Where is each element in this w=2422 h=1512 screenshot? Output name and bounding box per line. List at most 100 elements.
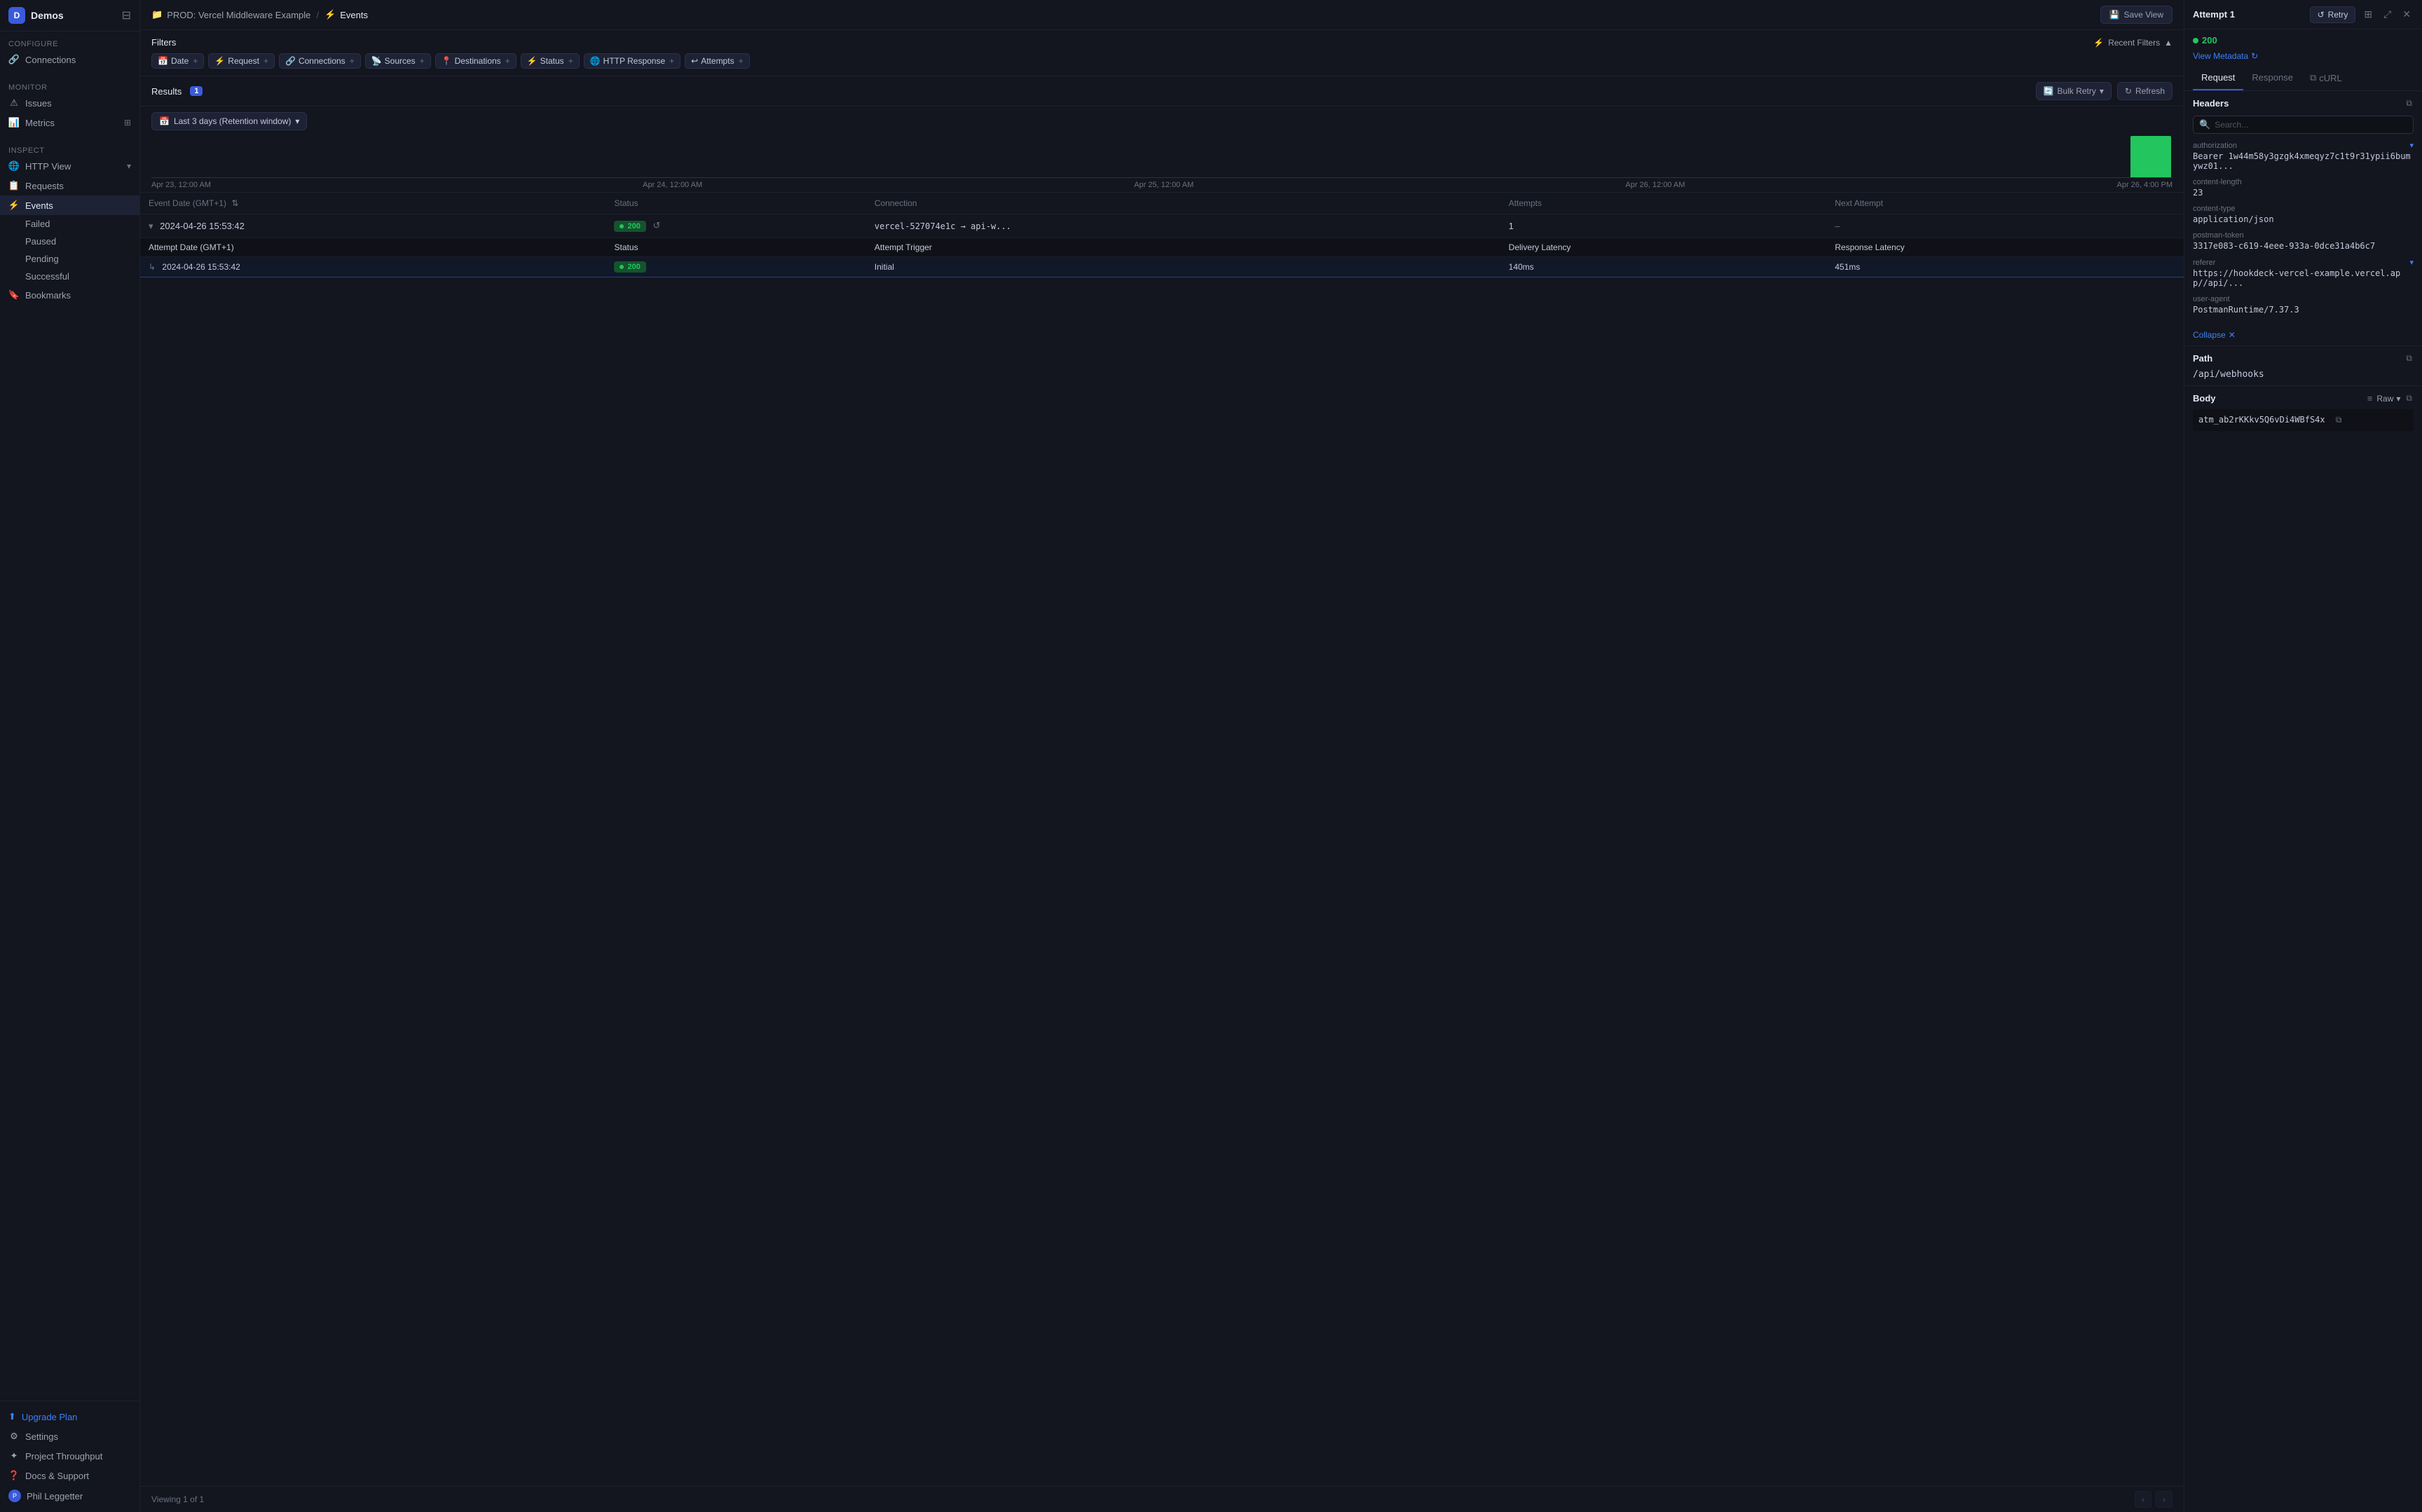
bottom-bar: Viewing 1 of 1 ‹ › [140, 1486, 2184, 1512]
view-metadata-button[interactable]: View Metadata ↻ [2184, 51, 2422, 67]
authorization-expand-icon[interactable]: ▾ [2409, 141, 2414, 150]
sidebar-item-connections[interactable]: 🔗 Connections [0, 50, 139, 69]
copy-path-button[interactable]: ⧉ [2404, 352, 2414, 365]
project-throughput-label: Project Throughput [25, 1451, 102, 1462]
recent-filters-button[interactable]: ⚡ Recent Filters ▲ [2093, 38, 2173, 48]
refresh-button[interactable]: ↻ Refresh [2117, 82, 2173, 100]
sidebar-sub-failed[interactable]: Failed [0, 215, 139, 233]
sidebar-item-docs-support[interactable]: ❓ Docs & Support [0, 1466, 139, 1485]
calendar-icon: 📅 [159, 116, 170, 126]
connection-cell: vercel-527074e1c → api-w... [866, 214, 1500, 238]
topbar: 📁 PROD: Vercel Middleware Example / ⚡ Ev… [140, 0, 2184, 30]
retry-button[interactable]: ↺ Retry [2310, 6, 2356, 23]
recent-filters-chevron-icon: ▲ [2164, 38, 2173, 48]
logo-icon: D [8, 7, 25, 24]
filter-chip-http-response[interactable]: 🌐 HTTP Response + [584, 53, 680, 69]
filter-chip-request[interactable]: ⚡ Request + [208, 53, 275, 69]
viewing-text: Viewing 1 of 1 [151, 1494, 204, 1504]
header-content-length: content-length 23 [2193, 178, 2414, 198]
destinations-chip-label: Destinations [455, 56, 501, 66]
filter-chip-connections[interactable]: 🔗 Connections + [279, 53, 361, 69]
sidebar-item-http-view[interactable]: 🌐 HTTP View ▾ [0, 156, 139, 176]
sidebar-sub-pending[interactable]: Pending [0, 250, 139, 268]
body-header: Body ≡ Raw ▾ ⧉ [2193, 392, 2414, 405]
configure-section: Configure 🔗 Connections [0, 32, 139, 75]
filter-chip-sources[interactable]: 📡 Sources + [365, 53, 431, 69]
body-controls: ≡ Raw ▾ ⧉ [2367, 392, 2414, 405]
panel-title: Attempt 1 [2193, 9, 2235, 20]
settings-icon: ⚙ [8, 1431, 20, 1442]
lines-icon: ≡ [2367, 393, 2373, 404]
breadcrumb-project-link[interactable]: PROD: Vercel Middleware Example [167, 10, 310, 20]
copy-body-button[interactable]: ⧉ [2404, 392, 2414, 405]
connections-icon: 🔗 [8, 54, 20, 65]
collapse-label: Collapse [2193, 330, 2226, 340]
body-format-button[interactable]: Raw ▾ [2376, 394, 2400, 404]
prev-page-button[interactable]: ‹ [2135, 1491, 2151, 1508]
filter-chip-date[interactable]: 📅 Date + [151, 53, 204, 69]
tab-request[interactable]: Request [2193, 67, 2243, 90]
results-left: Results 1 [151, 86, 203, 97]
bulk-retry-button[interactable]: 🔄 Bulk Retry ▾ [2036, 82, 2112, 100]
sidebar-item-events[interactable]: ⚡ Events [0, 195, 139, 215]
next-page-button[interactable]: › [2156, 1491, 2173, 1508]
sources-chip-label: Sources [385, 56, 416, 66]
headers-search-input[interactable] [2215, 120, 2407, 130]
table-row[interactable]: ▾ 2024-04-26 15:53:42 200 ↺ vercel-52707… [140, 214, 2184, 238]
filter-chip-destinations[interactable]: 📍 Destinations + [435, 53, 516, 69]
save-view-icon: 💾 [2109, 10, 2120, 20]
open-new-button[interactable]: ⤢ [2381, 6, 2394, 23]
close-panel-button[interactable]: ✕ [2400, 6, 2414, 23]
sidebar-logo: D Demos [8, 7, 64, 24]
expand-row-icon[interactable]: ▾ [149, 221, 153, 231]
attempts-chip-label: Attempts [701, 56, 734, 66]
body-section: Body ≡ Raw ▾ ⧉ atm_ab2rKKkv5Q6vDi4WBfS4x… [2184, 386, 2422, 437]
sidebar-item-project-throughput[interactable]: ✦ Project Throughput [0, 1446, 139, 1466]
body-value: atm_ab2rKKkv5Q6vDi4WBfS4x ⧉ [2193, 409, 2414, 431]
connections-chip-label: Connections [299, 56, 345, 66]
copy-headers-button[interactable]: ⧉ [2404, 97, 2414, 110]
sidebar-item-issues[interactable]: ⚠ Issues [0, 93, 139, 113]
status-200-value: 200 [2202, 35, 2217, 46]
tab-curl[interactable]: ⧉ cURL [2301, 67, 2351, 90]
status-chip-add-icon: + [568, 56, 573, 66]
sidebar-sub-paused[interactable]: Paused [0, 233, 139, 250]
sidebar-item-bookmarks[interactable]: 🔖 Bookmarks [0, 285, 139, 305]
attempt-status-cell: 200 [606, 257, 866, 277]
sub-col-status: Status [606, 238, 866, 257]
collapse-button[interactable]: Collapse ✕ [2184, 327, 2422, 345]
sidebar-sub-successful[interactable]: Successful [0, 268, 139, 285]
docs-support-label: Docs & Support [25, 1471, 89, 1481]
save-view-button[interactable]: 💾 Save View [2100, 6, 2173, 24]
search-icon: 🔍 [2199, 119, 2210, 130]
sidebar-header: D Demos ⊟ [0, 0, 139, 32]
sidebar-item-settings[interactable]: ⚙ Settings [0, 1427, 139, 1446]
header-value-content-length: 23 [2193, 188, 2414, 198]
col-next-attempt: Next Attempt [1826, 193, 2184, 214]
sidebar-toggle-icon[interactable]: ⊟ [122, 8, 131, 22]
sort-icon[interactable]: ⇅ [231, 198, 238, 208]
next-attempt-dash: – [1835, 221, 1840, 231]
date-range-button[interactable]: 📅 Last 3 days (Retention window) ▾ [151, 112, 307, 130]
throughput-icon: ✦ [8, 1450, 20, 1462]
upgrade-plan-button[interactable]: ⬆ Upgrade Plan [0, 1407, 139, 1427]
sidebar-item-user[interactable]: P Phil Leggetter [0, 1485, 139, 1506]
breadcrumb-events-link[interactable]: Events [340, 10, 368, 20]
chart-date-3: Apr 25, 12:00 AM [1134, 181, 1193, 189]
filter-chip-attempts[interactable]: ↩ Attempts + [685, 53, 749, 69]
referer-expand-icon[interactable]: ▾ [2409, 258, 2414, 267]
attempt-trigger-cell: Initial [866, 257, 1500, 277]
headers-title-text: Headers [2193, 98, 2229, 109]
destinations-chip-icon: 📍 [442, 56, 452, 66]
workspace-name: Demos [31, 10, 64, 21]
header-key-content-length: content-length [2193, 178, 2414, 186]
sidebar-item-metrics[interactable]: 📊 Metrics ⊞ [0, 113, 139, 132]
sidebar-item-requests[interactable]: 📋 Requests [0, 176, 139, 195]
expand-panel-button[interactable]: ⊞ [2361, 6, 2375, 23]
copy-body-inline-button[interactable]: ⧉ [2334, 413, 2344, 427]
sources-chip-icon: 📡 [371, 56, 382, 66]
tab-response[interactable]: Response [2243, 67, 2301, 90]
retry-row-icon[interactable]: ↺ [652, 220, 660, 231]
attempt-data-row[interactable]: ↳ 2024-04-26 15:53:42 200 Initial 140ms … [140, 257, 2184, 277]
filter-chip-status[interactable]: ⚡ Status + [521, 53, 580, 69]
